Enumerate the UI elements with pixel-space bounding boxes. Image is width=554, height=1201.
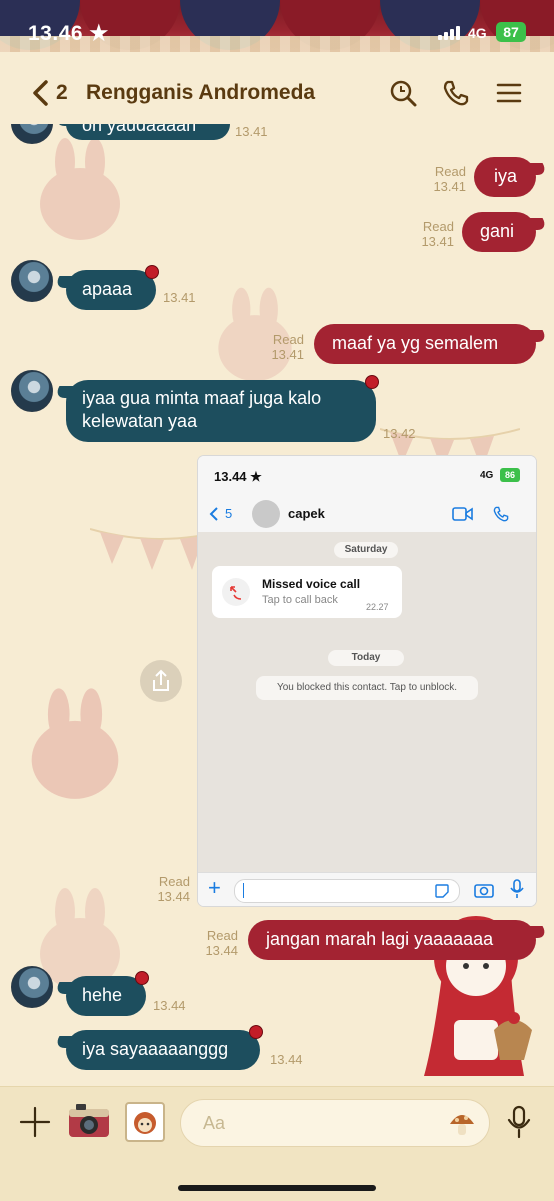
phone-icon — [493, 506, 509, 522]
message-time: 13.44 — [205, 943, 238, 958]
avatar-placeholder-icon — [252, 500, 280, 528]
missed-call-title: Missed voice call — [262, 577, 361, 591]
message-time: 13.44 — [157, 889, 190, 904]
apple-sticker-icon — [145, 265, 159, 279]
share-icon — [153, 669, 169, 691]
message-text: gani — [480, 221, 515, 241]
screenshot-contact-name: capek — [288, 506, 325, 521]
back-chevron-icon — [209, 507, 218, 521]
message-receipt: Read 13.41 — [408, 219, 454, 249]
message-time: 13.41 — [163, 290, 196, 305]
sticker-icon[interactable] — [124, 1101, 166, 1143]
chat-header: 2 Rengganis Andromeda — [0, 52, 554, 124]
message-receipt: Read 13.41 — [258, 332, 304, 362]
bunny-doodle-icon — [40, 138, 120, 240]
apple-sticker-icon — [135, 971, 149, 985]
screenshot-chat-body: Saturday Missed voice call Tap to call b… — [198, 532, 536, 872]
message-text: hehe — [82, 985, 123, 1005]
screenshot-text-field — [234, 879, 460, 903]
message-time: 13.41 — [235, 124, 268, 139]
share-button[interactable] — [140, 660, 182, 702]
outgoing-message[interactable]: gani — [462, 212, 536, 252]
unread-count[interactable]: 2 — [56, 81, 68, 105]
incoming-message[interactable]: apaaa — [66, 265, 159, 310]
bunny-doodle-icon — [31, 688, 119, 799]
chat-area[interactable]: oh yaudaaaah 13.41 Read 13.41 iya Read 13.… — [0, 124, 554, 1086]
message-text: iya — [494, 166, 518, 186]
date-pill: Saturday — [334, 542, 398, 558]
status-time: 13.46 ★ — [28, 22, 109, 45]
screenshot-battery: 86 — [500, 468, 520, 482]
incoming-message[interactable]: iya sayaaaaanggg — [66, 1025, 263, 1070]
signal-icon — [438, 24, 464, 40]
outgoing-message[interactable]: maaf ya yg semalem — [314, 324, 536, 364]
apple-sticker-icon — [365, 375, 379, 389]
message-text-line1: iyaa gua minta maaf juga kalo — [82, 388, 322, 408]
screenshot-status-bar: 13.44 ★ 4G 86 — [198, 456, 536, 496]
video-call-icon — [452, 507, 473, 521]
message-receipt: Read 13.44 — [144, 874, 190, 904]
message-time: 13.44 — [270, 1052, 303, 1067]
contact-avatar[interactable] — [11, 966, 53, 1008]
phone-icon[interactable] — [441, 78, 471, 108]
search-icon[interactable] — [388, 78, 418, 108]
message-receipt: Read 13.44 — [190, 928, 238, 958]
message-text-line2: kelewatan yaa — [82, 411, 198, 431]
menu-icon[interactable] — [494, 78, 524, 108]
message-receipt: Read 13.41 — [420, 164, 466, 194]
missed-call-icon — [222, 578, 250, 606]
message-text: oh yaudaaaah — [82, 124, 197, 135]
sticker-icon — [435, 884, 449, 898]
network-type: 4G — [468, 25, 487, 41]
battery-icon: 87 — [496, 22, 526, 42]
image-message[interactable]: 13.44 ★ 4G 86 5 capek Saturday Missed vo… — [198, 456, 536, 906]
emoji-mushroom-icon[interactable] — [447, 1108, 477, 1138]
read-label: Read — [206, 928, 238, 943]
screenshot-time: 13.44 ★ — [214, 469, 262, 484]
blocked-notice: You blocked this contact. Tap to unblock… — [256, 676, 478, 700]
read-label: Read — [434, 164, 466, 179]
message-text: maaf ya yg semalem — [332, 333, 499, 353]
screenshot-composer: + — [198, 872, 536, 906]
contact-avatar[interactable] — [11, 370, 53, 412]
status-bar: 13.46 ★ 4G 87 — [0, 0, 554, 52]
composer-bar: Aa — [0, 1086, 554, 1201]
message-time: 13.41 — [421, 234, 454, 249]
camera-icon[interactable] — [66, 1101, 112, 1143]
outgoing-message[interactable]: jangan marah lagi yaaaaaaa — [248, 920, 536, 960]
incoming-message[interactable]: iyaa gua minta maaf juga kalo kelewatan y… — [66, 375, 379, 442]
incoming-message[interactable]: oh yaudaaaah — [66, 124, 230, 140]
screenshot-header: 5 capek — [198, 496, 536, 533]
message-text: iya sayaaaaanggg — [82, 1039, 229, 1059]
read-label: Read — [272, 332, 304, 347]
outgoing-message[interactable]: iya — [474, 157, 536, 197]
missed-call-time: 22.27 — [366, 602, 389, 612]
contact-avatar[interactable] — [11, 260, 53, 302]
message-time: 13.42 — [383, 426, 416, 441]
back-chevron-icon[interactable] — [28, 78, 54, 108]
screenshot-back-count: 5 — [225, 506, 233, 521]
message-text: jangan marah lagi yaaaaaaa — [266, 929, 494, 949]
read-label: Read — [158, 874, 190, 889]
message-time: 13.41 — [271, 347, 304, 362]
microphone-icon — [510, 879, 524, 898]
apple-sticker-icon — [249, 1025, 263, 1039]
plus-icon[interactable] — [18, 1105, 52, 1139]
incoming-message[interactable]: hehe — [66, 971, 149, 1016]
message-time: 13.41 — [433, 179, 466, 194]
home-indicator — [178, 1185, 376, 1191]
date-pill: Today — [328, 650, 404, 666]
plus-icon: + — [208, 875, 221, 900]
missed-call-subtitle: Tap to call back — [262, 594, 338, 606]
chat-title[interactable]: Rengganis Andromeda — [86, 81, 315, 105]
read-label: Read — [422, 219, 454, 234]
message-time: 13.44 — [153, 998, 186, 1013]
message-input[interactable]: Aa — [180, 1099, 490, 1147]
microphone-icon[interactable] — [506, 1105, 532, 1139]
message-input-placeholder: Aa — [203, 1113, 226, 1133]
message-text: apaaa — [82, 279, 133, 299]
missed-call-card: Missed voice call Tap to call back 22.27 — [212, 566, 402, 618]
screenshot-network: 4G — [480, 470, 494, 481]
camera-icon — [474, 884, 494, 898]
